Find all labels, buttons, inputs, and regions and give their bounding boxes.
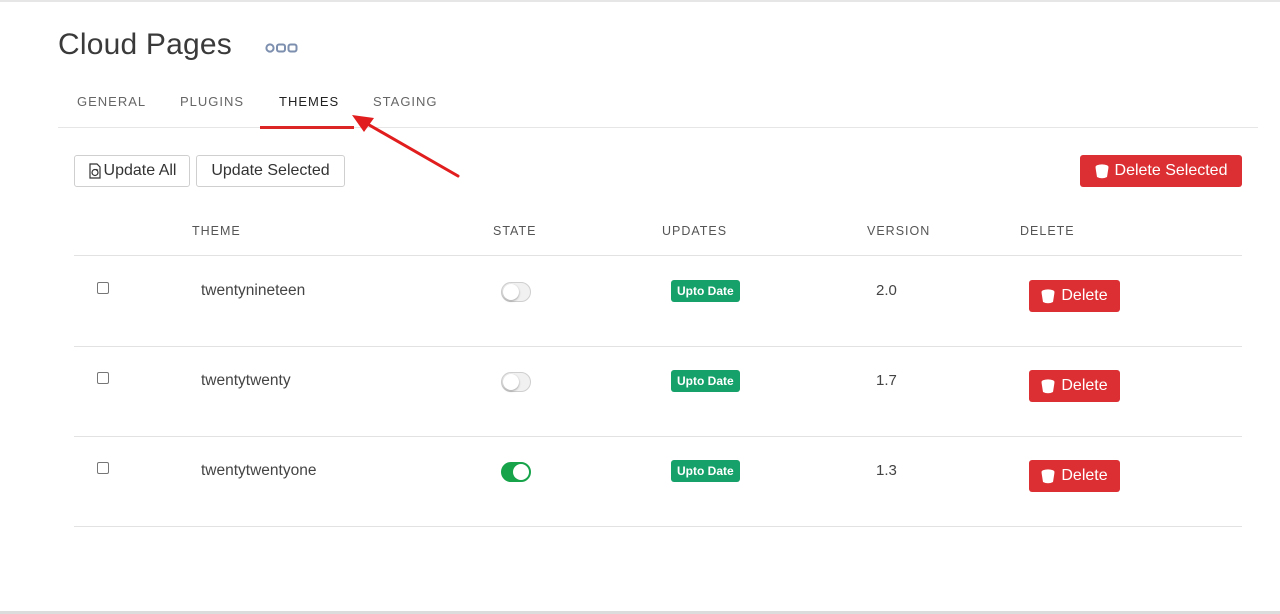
table-row: twentytwenty Upto Date 1.7 Delete [74,346,1242,437]
column-header-delete: DELETE [1020,224,1075,238]
update-all-button[interactable]: Update All [74,155,190,187]
delete-label: Delete [1061,467,1108,484]
delete-button[interactable]: Delete [1029,460,1120,492]
delete-selected-label: Delete Selected [1114,162,1228,179]
column-header-updates: UPDATES [662,224,728,238]
delete-button[interactable]: Delete [1029,280,1120,312]
column-header-version: VERSION [867,224,931,238]
tab-bar: GENERAL PLUGINS THEMES STAGING [58,90,1258,129]
update-status-badge: Upto Date [671,460,740,482]
toggle-knob [513,464,529,480]
bucket-icon [1041,378,1055,394]
bucket-icon [1095,163,1109,179]
title-row: Cloud Pages [58,28,300,62]
column-header-state: STATE [493,224,537,238]
page-title: Cloud Pages [58,28,232,61]
row-checkbox[interactable] [97,282,109,294]
gears-icon [264,42,300,54]
theme-version: 2.0 [876,282,897,299]
row-checkbox[interactable] [97,462,109,474]
toggle-knob [503,374,519,390]
refresh-document-icon [88,163,102,179]
delete-label: Delete [1061,287,1108,304]
delete-selected-button[interactable]: Delete Selected [1080,155,1242,187]
theme-version: 1.3 [876,462,897,479]
tab-plugins[interactable]: PLUGINS [180,94,244,109]
theme-name: twentytwenty [201,372,291,389]
annotation-arrow [352,115,460,178]
state-toggle[interactable] [501,462,531,482]
tab-general[interactable]: GENERAL [77,94,146,109]
table-row: twentytwentyone Upto Date 1.3 Delete [74,436,1242,527]
tab-themes[interactable]: THEMES [279,94,339,109]
update-status-badge: Upto Date [671,370,740,392]
delete-label: Delete [1061,377,1108,394]
tab-staging[interactable]: STAGING [373,94,438,109]
update-all-label: Update All [103,162,177,179]
theme-name: twentynineteen [201,282,306,299]
update-selected-button[interactable]: Update Selected [196,155,345,187]
theme-name: twentytwentyone [201,462,317,479]
toggle-knob [503,284,519,300]
table-row: twentynineteen Upto Date 2.0 Delete [74,256,1242,347]
theme-version: 1.7 [876,372,897,389]
row-checkbox[interactable] [97,372,109,384]
update-selected-label: Update Selected [211,162,330,179]
delete-button[interactable]: Delete [1029,370,1120,402]
column-header-theme: THEME [192,224,241,238]
bucket-icon [1041,468,1055,484]
update-status-badge: Upto Date [671,280,740,302]
state-toggle[interactable] [501,282,531,302]
state-toggle[interactable] [501,372,531,392]
bucket-icon [1041,288,1055,304]
